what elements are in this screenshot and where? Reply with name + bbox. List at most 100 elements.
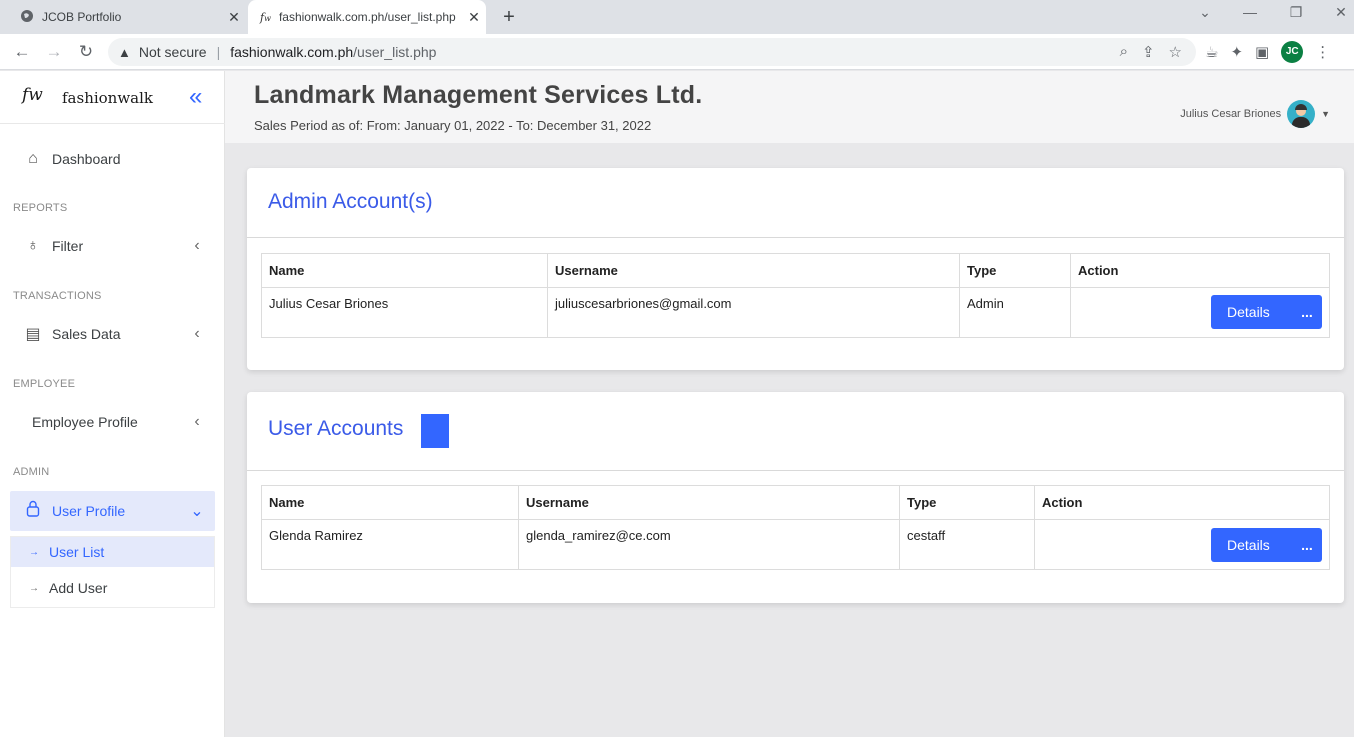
more-options-icon[interactable]: ... bbox=[1292, 537, 1322, 553]
page-header: Landmark Management Services Ltd. Sales … bbox=[225, 71, 1354, 143]
column-header: Username bbox=[547, 253, 960, 288]
user-accounts-card: User Accounts Name Username Type Action … bbox=[247, 392, 1344, 603]
browser-tab-jcob[interactable]: JCOB Portfolio ✕ bbox=[8, 0, 246, 34]
table-row: Julius Cesar Briones juliuscesarbriones@… bbox=[261, 287, 1330, 338]
details-button-label: Details bbox=[1227, 537, 1270, 553]
browser-tab-user-list[interactable]: fw fashionwalk.com.ph/user_list.php ✕ bbox=[248, 0, 486, 34]
sidebar-item-label: Sales Data bbox=[52, 326, 121, 342]
submenu-item-add-user[interactable]: → Add User bbox=[11, 573, 214, 603]
column-header: Name bbox=[261, 485, 519, 520]
sidebar-item-sales-data[interactable]: ▤ Sales Data ‹ bbox=[10, 315, 215, 353]
divider bbox=[247, 237, 1344, 238]
card-title: User Accounts bbox=[268, 417, 404, 440]
sidebar-item-label: User Profile bbox=[52, 503, 126, 519]
chevron-down-icon: ⌄ bbox=[190, 503, 204, 520]
url-bar[interactable]: ▲ Not secure | fashionwalk.com.ph/user_l… bbox=[108, 38, 1196, 66]
lock-icon bbox=[24, 500, 42, 522]
column-header: Name bbox=[261, 253, 548, 288]
avatar[interactable] bbox=[1287, 100, 1316, 128]
warning-icon[interactable]: ▲ bbox=[118, 45, 131, 60]
close-tab-icon[interactable]: ✕ bbox=[222, 9, 246, 26]
url-path[interactable]: /user_list.php bbox=[353, 44, 436, 60]
admin-accounts-card: Admin Account(s) Name Username Type Acti… bbox=[247, 168, 1344, 370]
more-options-icon[interactable]: ... bbox=[1292, 304, 1322, 320]
arrow-right-icon: → bbox=[29, 582, 39, 594]
tab-title: JCOB Portfolio bbox=[42, 10, 122, 24]
admin-accounts-table: Name Username Type Action Julius Cesar B… bbox=[261, 253, 1330, 338]
add-user-button[interactable] bbox=[421, 414, 449, 448]
reload-icon[interactable]: ↻ bbox=[76, 42, 96, 62]
globe-icon bbox=[20, 9, 34, 26]
kebab-menu-icon[interactable]: ⋮ bbox=[1315, 43, 1330, 61]
submenu-item-label: User List bbox=[49, 544, 105, 560]
sales-period: Sales Period as of: From: January 01, 20… bbox=[254, 118, 652, 133]
security-label[interactable]: Not secure bbox=[139, 44, 207, 60]
new-tab-button[interactable]: + bbox=[498, 6, 520, 28]
sidebar-item-label: Dashboard bbox=[52, 151, 121, 167]
cell-type: Admin bbox=[959, 287, 1071, 338]
tab-title: fashionwalk.com.ph/user_list.php bbox=[278, 10, 456, 24]
column-header: Action bbox=[1070, 253, 1330, 288]
submenu-item-label: Add User bbox=[49, 580, 108, 596]
section-label-admin: ADMIN bbox=[13, 466, 50, 478]
chevron-left-icon: ‹ bbox=[194, 237, 200, 254]
zoom-icon[interactable]: ⌕ bbox=[1120, 43, 1128, 61]
address-bar: ← → ↻ ▲ Not secure | fashionwalk.com.ph /… bbox=[0, 34, 1354, 70]
user-name[interactable]: Julius Cesar Briones bbox=[1180, 108, 1281, 120]
chevron-left-icon: ‹ bbox=[194, 413, 200, 430]
column-header: Type bbox=[959, 253, 1071, 288]
brand-name[interactable]: fashionwalk bbox=[62, 89, 153, 107]
section-label-transactions: TRANSACTIONS bbox=[13, 290, 102, 302]
table-header-row: Name Username Type Action bbox=[261, 253, 1330, 288]
sidebar-item-dashboard[interactable]: ⌂ Dashboard bbox=[10, 140, 215, 178]
sidebar: fw fashionwalk « ⌂ Dashboard REPORTS ♁ F… bbox=[0, 71, 225, 737]
brand-logo[interactable]: fw bbox=[22, 85, 43, 105]
details-button[interactable]: Details ... bbox=[1211, 528, 1322, 562]
sidebar-item-filter[interactable]: ♁ Filter ‹ bbox=[10, 227, 215, 265]
award-icon: ♁ bbox=[27, 237, 39, 254]
star-icon[interactable]: ☆ bbox=[1169, 43, 1182, 61]
sidebar-item-user-profile[interactable]: User Profile ⌄ bbox=[10, 491, 215, 531]
puzzle-icon[interactable]: ✦ bbox=[1230, 43, 1243, 61]
user-profile-submenu: → User List → Add User bbox=[10, 536, 215, 608]
submenu-item-user-list[interactable]: → User List bbox=[11, 537, 214, 567]
section-label-reports: REPORTS bbox=[13, 202, 68, 214]
column-header: Username bbox=[518, 485, 900, 520]
sidebar-item-employee-profile[interactable]: Employee Profile ‹ bbox=[10, 403, 215, 441]
details-button[interactable]: Details ... bbox=[1211, 295, 1322, 329]
section-label-employee: EMPLOYEE bbox=[13, 378, 76, 390]
fw-favicon-icon: fw bbox=[260, 10, 271, 24]
cell-name: Glenda Ramirez bbox=[261, 519, 519, 570]
extension-icon[interactable]: ☕ bbox=[1205, 43, 1218, 61]
card-title: Admin Account(s) bbox=[268, 190, 433, 213]
table-header-row: Name Username Type Action bbox=[261, 485, 1330, 520]
cell-username: juliuscesarbriones@gmail.com bbox=[547, 287, 960, 338]
user-accounts-table: Name Username Type Action Glenda Ramirez… bbox=[261, 485, 1330, 570]
details-button-label: Details bbox=[1227, 304, 1270, 320]
side-panel-icon[interactable]: ▣ bbox=[1255, 43, 1269, 61]
profile-avatar[interactable]: JC bbox=[1281, 41, 1304, 63]
browser-tab-bar: JCOB Portfolio ✕ fw fashionwalk.com.ph/u… bbox=[0, 0, 1354, 34]
extensions-area: ☕ ✦ ▣ JC ⋮ bbox=[1205, 41, 1330, 63]
forward-arrow-icon[interactable]: → bbox=[44, 42, 64, 62]
caret-down-icon[interactable]: ▼ bbox=[1321, 109, 1330, 119]
chevron-down-icon[interactable]: ⌄ bbox=[1182, 4, 1228, 21]
cell-username: glenda_ramirez@ce.com bbox=[518, 519, 900, 570]
omnibox-actions: ⌕ ⇪ ☆ bbox=[1120, 43, 1182, 61]
cell-name: Julius Cesar Briones bbox=[261, 287, 548, 338]
brand-header: fw fashionwalk « bbox=[0, 71, 225, 124]
sidebar-item-label: Employee Profile bbox=[32, 414, 138, 430]
minimize-button[interactable]: — bbox=[1227, 4, 1273, 20]
restore-button[interactable]: ❐ bbox=[1273, 4, 1319, 21]
share-icon[interactable]: ⇪ bbox=[1142, 43, 1155, 61]
url-host[interactable]: fashionwalk.com.ph bbox=[230, 44, 353, 60]
chevron-left-icon: ‹ bbox=[194, 325, 200, 342]
back-arrow-icon[interactable]: ← bbox=[12, 42, 32, 62]
close-window-button[interactable]: ✕ bbox=[1318, 4, 1354, 21]
close-tab-icon[interactable]: ✕ bbox=[462, 9, 486, 26]
home-icon: ⌂ bbox=[28, 150, 38, 167]
url-separator: | bbox=[216, 44, 221, 60]
collapse-sidebar-icon[interactable]: « bbox=[189, 83, 202, 111]
user-menu[interactable]: Julius Cesar Briones ▼ bbox=[1180, 100, 1330, 128]
table-row: Glenda Ramirez glenda_ramirez@ce.com ces… bbox=[261, 519, 1330, 570]
